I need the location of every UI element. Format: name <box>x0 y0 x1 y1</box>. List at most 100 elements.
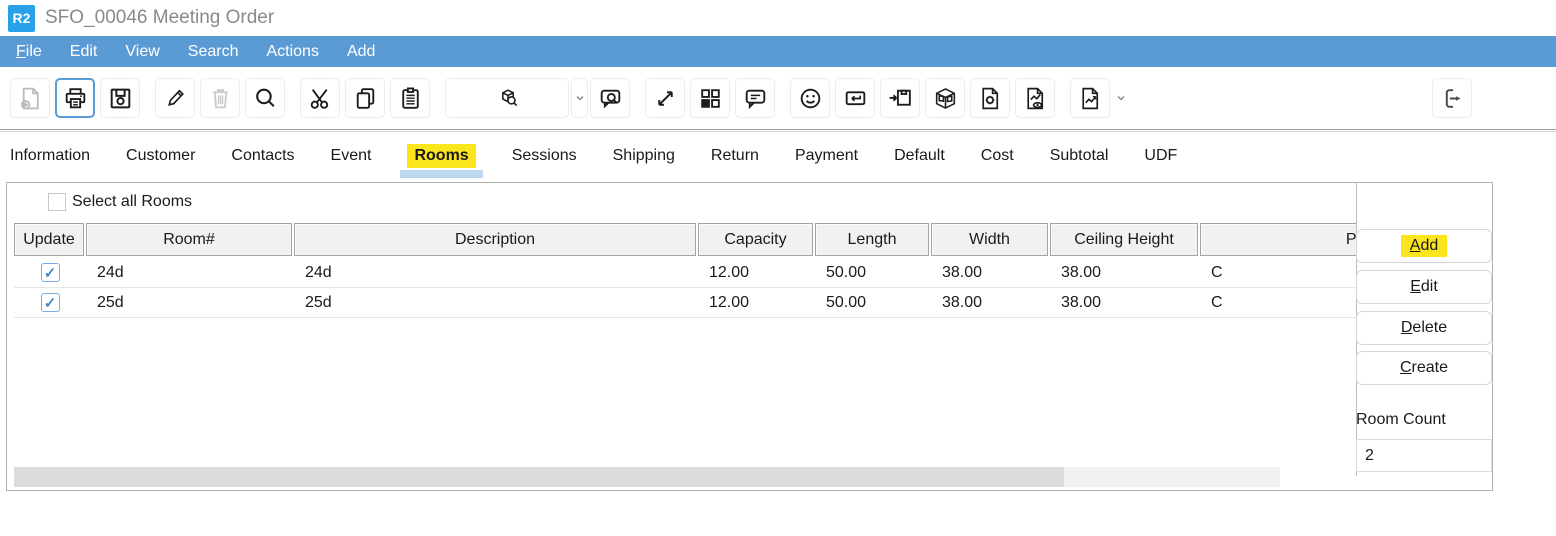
cell-length: 50.00 <box>815 294 931 312</box>
table-row[interactable]: 24d 24d 12.00 50.00 38.00 38.00 C <box>14 258 1357 288</box>
tab-udf[interactable]: UDF <box>1144 132 1177 179</box>
tab-return[interactable]: Return <box>711 132 759 179</box>
new-order-button[interactable] <box>10 78 50 118</box>
smiley-icon <box>797 85 824 112</box>
quick-search-icon <box>597 85 624 112</box>
comment-icon <box>742 85 769 112</box>
add-button[interactable]: Add <box>1356 229 1492 263</box>
rooms-table-header: Update Room# Description Capacity Length… <box>14 223 1357 256</box>
menu-file[interactable]: File <box>2 43 56 61</box>
cell-capacity: 12.00 <box>698 264 815 282</box>
pack-icon <box>887 85 914 112</box>
exit-button[interactable] <box>1432 78 1472 118</box>
table-row[interactable]: 25d 25d 12.00 50.00 38.00 38.00 C <box>14 288 1357 318</box>
item-search-icon <box>494 85 521 112</box>
tab-sessions[interactable]: Sessions <box>512 132 577 179</box>
menu-edit[interactable]: Edit <box>56 43 112 61</box>
report-settings-button[interactable] <box>970 78 1010 118</box>
header-length[interactable]: Length <box>815 223 929 256</box>
edit-button[interactable] <box>155 78 195 118</box>
print-button[interactable] <box>55 78 95 118</box>
comment-button[interactable] <box>735 78 775 118</box>
header-width[interactable]: Width <box>931 223 1048 256</box>
tab-cost[interactable]: Cost <box>981 132 1014 179</box>
header-capacity[interactable]: Capacity <box>698 223 813 256</box>
window-title: SFO_00046 Meeting Order <box>45 7 274 29</box>
report-dropdown-chevron-icon <box>1116 94 1126 102</box>
menu-actions[interactable]: Actions <box>252 43 332 61</box>
tab-bar: Information Customer Contacts Event Room… <box>0 132 1556 179</box>
cell-parent-room: C <box>1200 294 1357 312</box>
tab-event[interactable]: Event <box>331 132 372 179</box>
cell-parent-room: C <box>1200 264 1357 282</box>
smiley-button[interactable] <box>790 78 830 118</box>
copy-icon <box>352 85 379 112</box>
cell-width: 38.00 <box>931 294 1050 312</box>
row-checkbox-checked[interactable] <box>41 263 60 282</box>
item-search-dropdown-chevron-icon <box>575 94 585 102</box>
edit-icon <box>162 85 189 112</box>
cut-button[interactable] <box>300 78 340 118</box>
select-all-label: Select all Rooms <box>72 193 192 211</box>
save-icon <box>107 85 134 112</box>
item-search-button[interactable] <box>445 78 569 118</box>
header-ceiling-height[interactable]: Ceiling Height <box>1050 223 1198 256</box>
paste-icon <box>397 85 424 112</box>
select-all-rooms[interactable]: Select all Rooms <box>48 193 192 211</box>
header-update[interactable]: Update <box>14 223 84 256</box>
cell-description: 24d <box>294 264 698 282</box>
menu-view[interactable]: View <box>111 43 173 61</box>
room-3d-button[interactable] <box>925 78 965 118</box>
rooms-panel: Select all Rooms Update Room# Descriptio… <box>6 182 1493 491</box>
toolbar <box>0 67 1556 129</box>
tab-contacts[interactable]: Contacts <box>231 132 294 179</box>
quick-search-button[interactable] <box>590 78 630 118</box>
horizontal-scrollbar-thumb[interactable] <box>14 467 1064 487</box>
paste-button[interactable] <box>390 78 430 118</box>
cell-room-number: 24d <box>86 264 294 282</box>
save-button[interactable] <box>100 78 140 118</box>
cell-ceiling-height: 38.00 <box>1050 264 1200 282</box>
report-dropdown[interactable] <box>1112 78 1129 118</box>
header-description[interactable]: Description <box>294 223 696 256</box>
room-count-value: 2 <box>1356 439 1492 472</box>
tab-default[interactable]: Default <box>894 132 945 179</box>
return-icon <box>842 85 869 112</box>
menu-add[interactable]: Add <box>333 43 389 61</box>
cell-width: 38.00 <box>931 264 1050 282</box>
expand-button[interactable] <box>645 78 685 118</box>
delete-button[interactable] <box>200 78 240 118</box>
tab-payment[interactable]: Payment <box>795 132 858 179</box>
report-preview-button[interactable] <box>1015 78 1055 118</box>
copy-button[interactable] <box>345 78 385 118</box>
header-parent-room[interactable]: Parent R <box>1200 223 1357 256</box>
search-button[interactable] <box>245 78 285 118</box>
tab-shipping[interactable]: Shipping <box>613 132 675 179</box>
rooms-table: Update Room# Description Capacity Length… <box>14 183 1357 476</box>
return-button[interactable] <box>835 78 875 118</box>
report-icon <box>1077 85 1104 112</box>
report-settings-icon <box>977 85 1004 112</box>
layout-button[interactable] <box>690 78 730 118</box>
pack-button[interactable] <box>880 78 920 118</box>
row-checkbox-checked[interactable] <box>41 293 60 312</box>
item-search-dropdown[interactable] <box>571 78 588 118</box>
search-icon <box>252 85 279 112</box>
report-button[interactable] <box>1070 78 1110 118</box>
header-room-number[interactable]: Room# <box>86 223 292 256</box>
tab-subtotal[interactable]: Subtotal <box>1050 132 1109 179</box>
layout-icon <box>697 85 724 112</box>
cell-ceiling-height: 38.00 <box>1050 294 1200 312</box>
edit-room-button[interactable]: Edit <box>1356 270 1492 304</box>
tab-customer[interactable]: Customer <box>126 132 195 179</box>
select-all-checkbox[interactable] <box>48 193 66 211</box>
horizontal-scrollbar[interactable] <box>14 467 1280 487</box>
menu-search[interactable]: Search <box>174 43 253 61</box>
cell-description: 25d <box>294 294 698 312</box>
print-icon <box>62 85 89 112</box>
delete-room-button[interactable]: Delete <box>1356 311 1492 345</box>
tab-rooms[interactable]: Rooms <box>407 132 475 179</box>
tab-information[interactable]: Information <box>10 132 90 179</box>
create-room-button[interactable]: Create <box>1356 351 1492 385</box>
report-preview-icon <box>1022 85 1049 112</box>
